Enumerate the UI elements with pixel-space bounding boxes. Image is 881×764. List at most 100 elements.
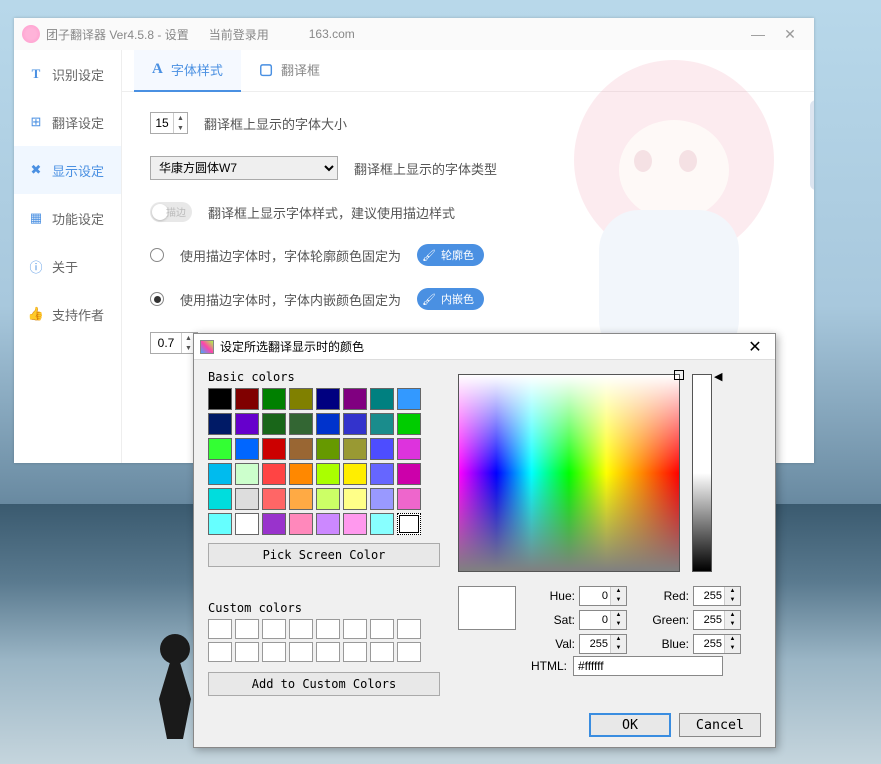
val-input[interactable]: ▲▼ xyxy=(579,634,627,654)
custom-swatch[interactable] xyxy=(397,619,421,639)
outline-color-radio[interactable] xyxy=(150,248,164,262)
tab-translate-box[interactable]: ▢ 翻译框 xyxy=(241,50,338,92)
custom-swatch[interactable] xyxy=(343,619,367,639)
blue-input[interactable]: ▲▼ xyxy=(693,634,741,654)
dialog-close-button[interactable]: ✕ xyxy=(741,336,769,358)
sat-input[interactable]: ▲▼ xyxy=(579,610,627,630)
custom-swatch[interactable] xyxy=(235,619,259,639)
custom-swatch[interactable] xyxy=(370,642,394,662)
basic-swatch[interactable] xyxy=(262,388,286,410)
custom-swatch[interactable] xyxy=(262,642,286,662)
red-input[interactable]: ▲▼ xyxy=(693,586,741,606)
basic-swatch[interactable] xyxy=(235,413,259,435)
basic-swatch[interactable] xyxy=(316,438,340,460)
basic-swatch[interactable] xyxy=(370,413,394,435)
custom-swatch[interactable] xyxy=(316,642,340,662)
custom-swatch[interactable] xyxy=(235,642,259,662)
font-size-input[interactable] xyxy=(151,116,173,130)
inner-color-button[interactable]: 🖌 内嵌色 xyxy=(417,288,484,310)
basic-swatch[interactable] xyxy=(208,463,232,485)
basic-swatch[interactable] xyxy=(262,413,286,435)
basic-swatch[interactable] xyxy=(289,438,313,460)
hue-sat-gradient[interactable] xyxy=(458,374,680,572)
font-family-select[interactable]: 华康方圆体W7 xyxy=(150,156,338,180)
basic-swatch[interactable] xyxy=(316,413,340,435)
basic-swatch[interactable] xyxy=(370,488,394,510)
sidebar-item-recognize[interactable]: T 识别设定 xyxy=(14,50,121,98)
basic-swatch[interactable] xyxy=(397,438,421,460)
basic-swatch[interactable] xyxy=(235,488,259,510)
basic-swatch[interactable] xyxy=(397,513,421,535)
custom-swatch[interactable] xyxy=(343,642,367,662)
font-size-spinner[interactable]: ▲▼ xyxy=(150,112,188,134)
basic-swatch[interactable] xyxy=(343,488,367,510)
basic-swatch[interactable] xyxy=(289,413,313,435)
spinner-up[interactable]: ▲ xyxy=(174,113,187,123)
tab-font-style[interactable]: A 字体样式 xyxy=(134,50,241,92)
outline-color-button[interactable]: 🖌 轮廓色 xyxy=(417,244,484,266)
basic-swatch[interactable] xyxy=(235,388,259,410)
basic-swatch[interactable] xyxy=(262,438,286,460)
add-custom-color-button[interactable]: Add to Custom Colors xyxy=(208,672,440,696)
basic-swatch[interactable] xyxy=(262,488,286,510)
gradient-cursor[interactable] xyxy=(674,370,684,380)
pick-screen-color-button[interactable]: Pick Screen Color xyxy=(208,543,440,567)
custom-swatch[interactable] xyxy=(316,619,340,639)
basic-swatch[interactable] xyxy=(316,388,340,410)
basic-swatch[interactable] xyxy=(343,388,367,410)
custom-swatch[interactable] xyxy=(397,642,421,662)
minimize-button[interactable]: — xyxy=(742,20,774,48)
basic-swatch[interactable] xyxy=(316,488,340,510)
basic-swatch[interactable] xyxy=(343,513,367,535)
ok-button[interactable]: OK xyxy=(589,713,671,737)
basic-swatch[interactable] xyxy=(235,463,259,485)
basic-swatch[interactable] xyxy=(343,463,367,485)
sidebar-item-function[interactable]: ▦ 功能设定 xyxy=(14,194,121,242)
custom-swatch[interactable] xyxy=(208,619,232,639)
custom-swatch[interactable] xyxy=(289,642,313,662)
opacity-input[interactable] xyxy=(151,336,181,350)
basic-swatch[interactable] xyxy=(316,513,340,535)
sidebar-item-about[interactable]: ⓘ 关于 xyxy=(14,242,121,290)
basic-swatch[interactable] xyxy=(397,413,421,435)
sidebar-item-translate[interactable]: ⊞ 翻译设定 xyxy=(14,98,121,146)
basic-swatch[interactable] xyxy=(235,513,259,535)
basic-swatch[interactable] xyxy=(208,513,232,535)
basic-swatch[interactable] xyxy=(397,488,421,510)
basic-swatch[interactable] xyxy=(397,388,421,410)
spinner-down[interactable]: ▼ xyxy=(174,123,187,133)
basic-swatch[interactable] xyxy=(343,438,367,460)
custom-swatch[interactable] xyxy=(370,619,394,639)
value-strip[interactable] xyxy=(692,374,712,572)
sidebar-item-support[interactable]: 👍 支持作者 xyxy=(14,290,121,338)
outline-toggle[interactable]: 描边 xyxy=(150,202,192,222)
basic-swatch[interactable] xyxy=(370,438,394,460)
sidebar-item-display[interactable]: ✖ 显示设定 xyxy=(14,146,121,194)
basic-swatch[interactable] xyxy=(235,438,259,460)
custom-swatch[interactable] xyxy=(262,619,286,639)
basic-swatch[interactable] xyxy=(370,463,394,485)
basic-swatch[interactable] xyxy=(208,413,232,435)
basic-swatch[interactable] xyxy=(316,463,340,485)
basic-swatch[interactable] xyxy=(262,463,286,485)
basic-swatch[interactable] xyxy=(370,388,394,410)
basic-swatch[interactable] xyxy=(208,488,232,510)
green-input[interactable]: ▲▼ xyxy=(693,610,741,630)
basic-swatch[interactable] xyxy=(289,513,313,535)
hue-input[interactable]: ▲▼ xyxy=(579,586,627,606)
inner-color-radio[interactable] xyxy=(150,292,164,306)
basic-swatch[interactable] xyxy=(370,513,394,535)
custom-swatch[interactable] xyxy=(208,642,232,662)
close-button[interactable]: ✕ xyxy=(774,20,806,48)
basic-swatch[interactable] xyxy=(343,413,367,435)
html-input[interactable] xyxy=(573,656,723,676)
custom-swatch[interactable] xyxy=(289,619,313,639)
basic-swatch[interactable] xyxy=(397,463,421,485)
cancel-button[interactable]: Cancel xyxy=(679,713,761,737)
basic-swatch[interactable] xyxy=(289,388,313,410)
opacity-spinner[interactable]: ▲▼ xyxy=(150,332,198,354)
basic-swatch[interactable] xyxy=(289,488,313,510)
basic-swatch[interactable] xyxy=(289,463,313,485)
basic-swatch[interactable] xyxy=(208,438,232,460)
basic-swatch[interactable] xyxy=(208,388,232,410)
